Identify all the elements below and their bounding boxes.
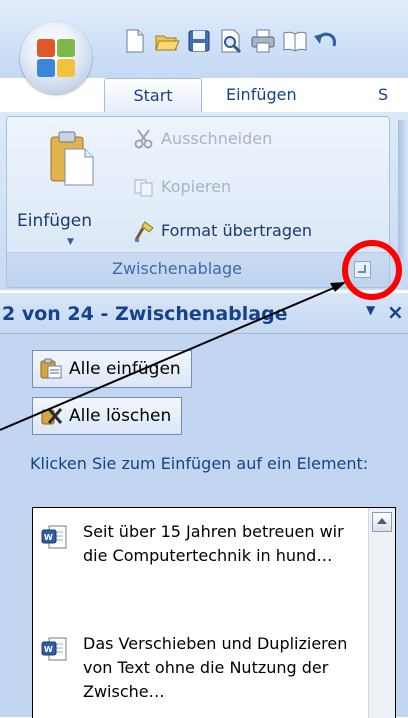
open-folder-icon[interactable]	[154, 28, 180, 54]
svg-text:W: W	[44, 645, 53, 654]
pane-options-dropdown-icon[interactable]: ▼	[366, 303, 375, 317]
scroll-up-icon[interactable]	[372, 512, 392, 532]
office-logo-icon	[37, 39, 75, 77]
clipboard-item-text: Das Verschieben und Duplizieren von Text…	[83, 634, 348, 701]
clear-all-icon	[41, 408, 63, 425]
word-document-icon: W	[41, 637, 67, 661]
scissors-icon	[134, 129, 153, 149]
format-painter-label: Format übertragen	[161, 221, 312, 240]
ribbon: Einfügen ▼ Ausschneiden Kopieren Format …	[0, 112, 408, 290]
title-bar	[0, 0, 408, 94]
paste-dropdown-arrow-icon[interactable]: ▼	[67, 237, 74, 247]
svg-text:W: W	[44, 533, 53, 542]
paste-hint-text: Klicken Sie zum Einfügen auf ein Element…	[30, 454, 369, 473]
list-scrollbar[interactable]	[368, 508, 395, 718]
book-icon[interactable]	[282, 28, 308, 54]
tab-start[interactable]: Start	[104, 78, 202, 113]
paste-all-icon	[40, 358, 62, 379]
pane-header: 2 von 24 - Zwischenablage ▼ ×	[0, 293, 408, 334]
clipboard-item[interactable]: W Das Verschieben und Duplizieren von Te…	[33, 632, 363, 718]
tab-partial[interactable]: S	[378, 78, 408, 112]
print-preview-icon[interactable]	[218, 28, 244, 54]
group-caption: Zwischenablage	[7, 252, 389, 287]
pane-title: 2 von 24 - Zwischenablage	[2, 303, 288, 325]
next-group-edge	[398, 120, 408, 260]
format-painter-icon	[134, 221, 154, 242]
cut-label: Ausschneiden	[161, 129, 273, 148]
new-document-icon[interactable]	[122, 28, 148, 54]
paste-button[interactable]: Einfügen ▼	[17, 127, 123, 247]
print-icon[interactable]	[250, 28, 276, 54]
paste-icon	[50, 131, 94, 186]
office-button[interactable]	[20, 22, 92, 94]
clear-all-label: Alle löschen	[69, 406, 172, 426]
copy-icon	[134, 179, 153, 197]
paste-all-label: Alle einfügen	[69, 359, 181, 379]
copy-label: Kopieren	[161, 177, 232, 196]
clipboard-group: Einfügen ▼ Ausschneiden Kopieren Format …	[6, 116, 390, 288]
dialog-launcher-button[interactable]	[354, 261, 371, 278]
clear-all-button[interactable]: Alle löschen	[32, 397, 183, 435]
paste-all-button[interactable]: Alle einfügen	[32, 350, 192, 388]
close-icon[interactable]: ×	[387, 300, 404, 324]
clipboard-item[interactable]: W Seit über 15 Jahren betreuen wir die C…	[33, 520, 363, 616]
paste-label: Einfügen	[17, 211, 93, 231]
word-document-icon: W	[41, 525, 67, 549]
group-label: Zwischenablage	[112, 259, 242, 278]
clipboard-item-text: Seit über 15 Jahren betreuen wir die Com…	[83, 522, 344, 565]
clipboard-task-pane: 2 von 24 - Zwischenablage ▼ × Alle einfü…	[0, 293, 408, 718]
save-icon[interactable]	[186, 28, 212, 54]
clipboard-items-list: W Seit über 15 Jahren betreuen wir die C…	[32, 507, 396, 718]
undo-icon[interactable]	[312, 28, 338, 54]
tab-insert[interactable]: Einfügen	[226, 78, 336, 112]
